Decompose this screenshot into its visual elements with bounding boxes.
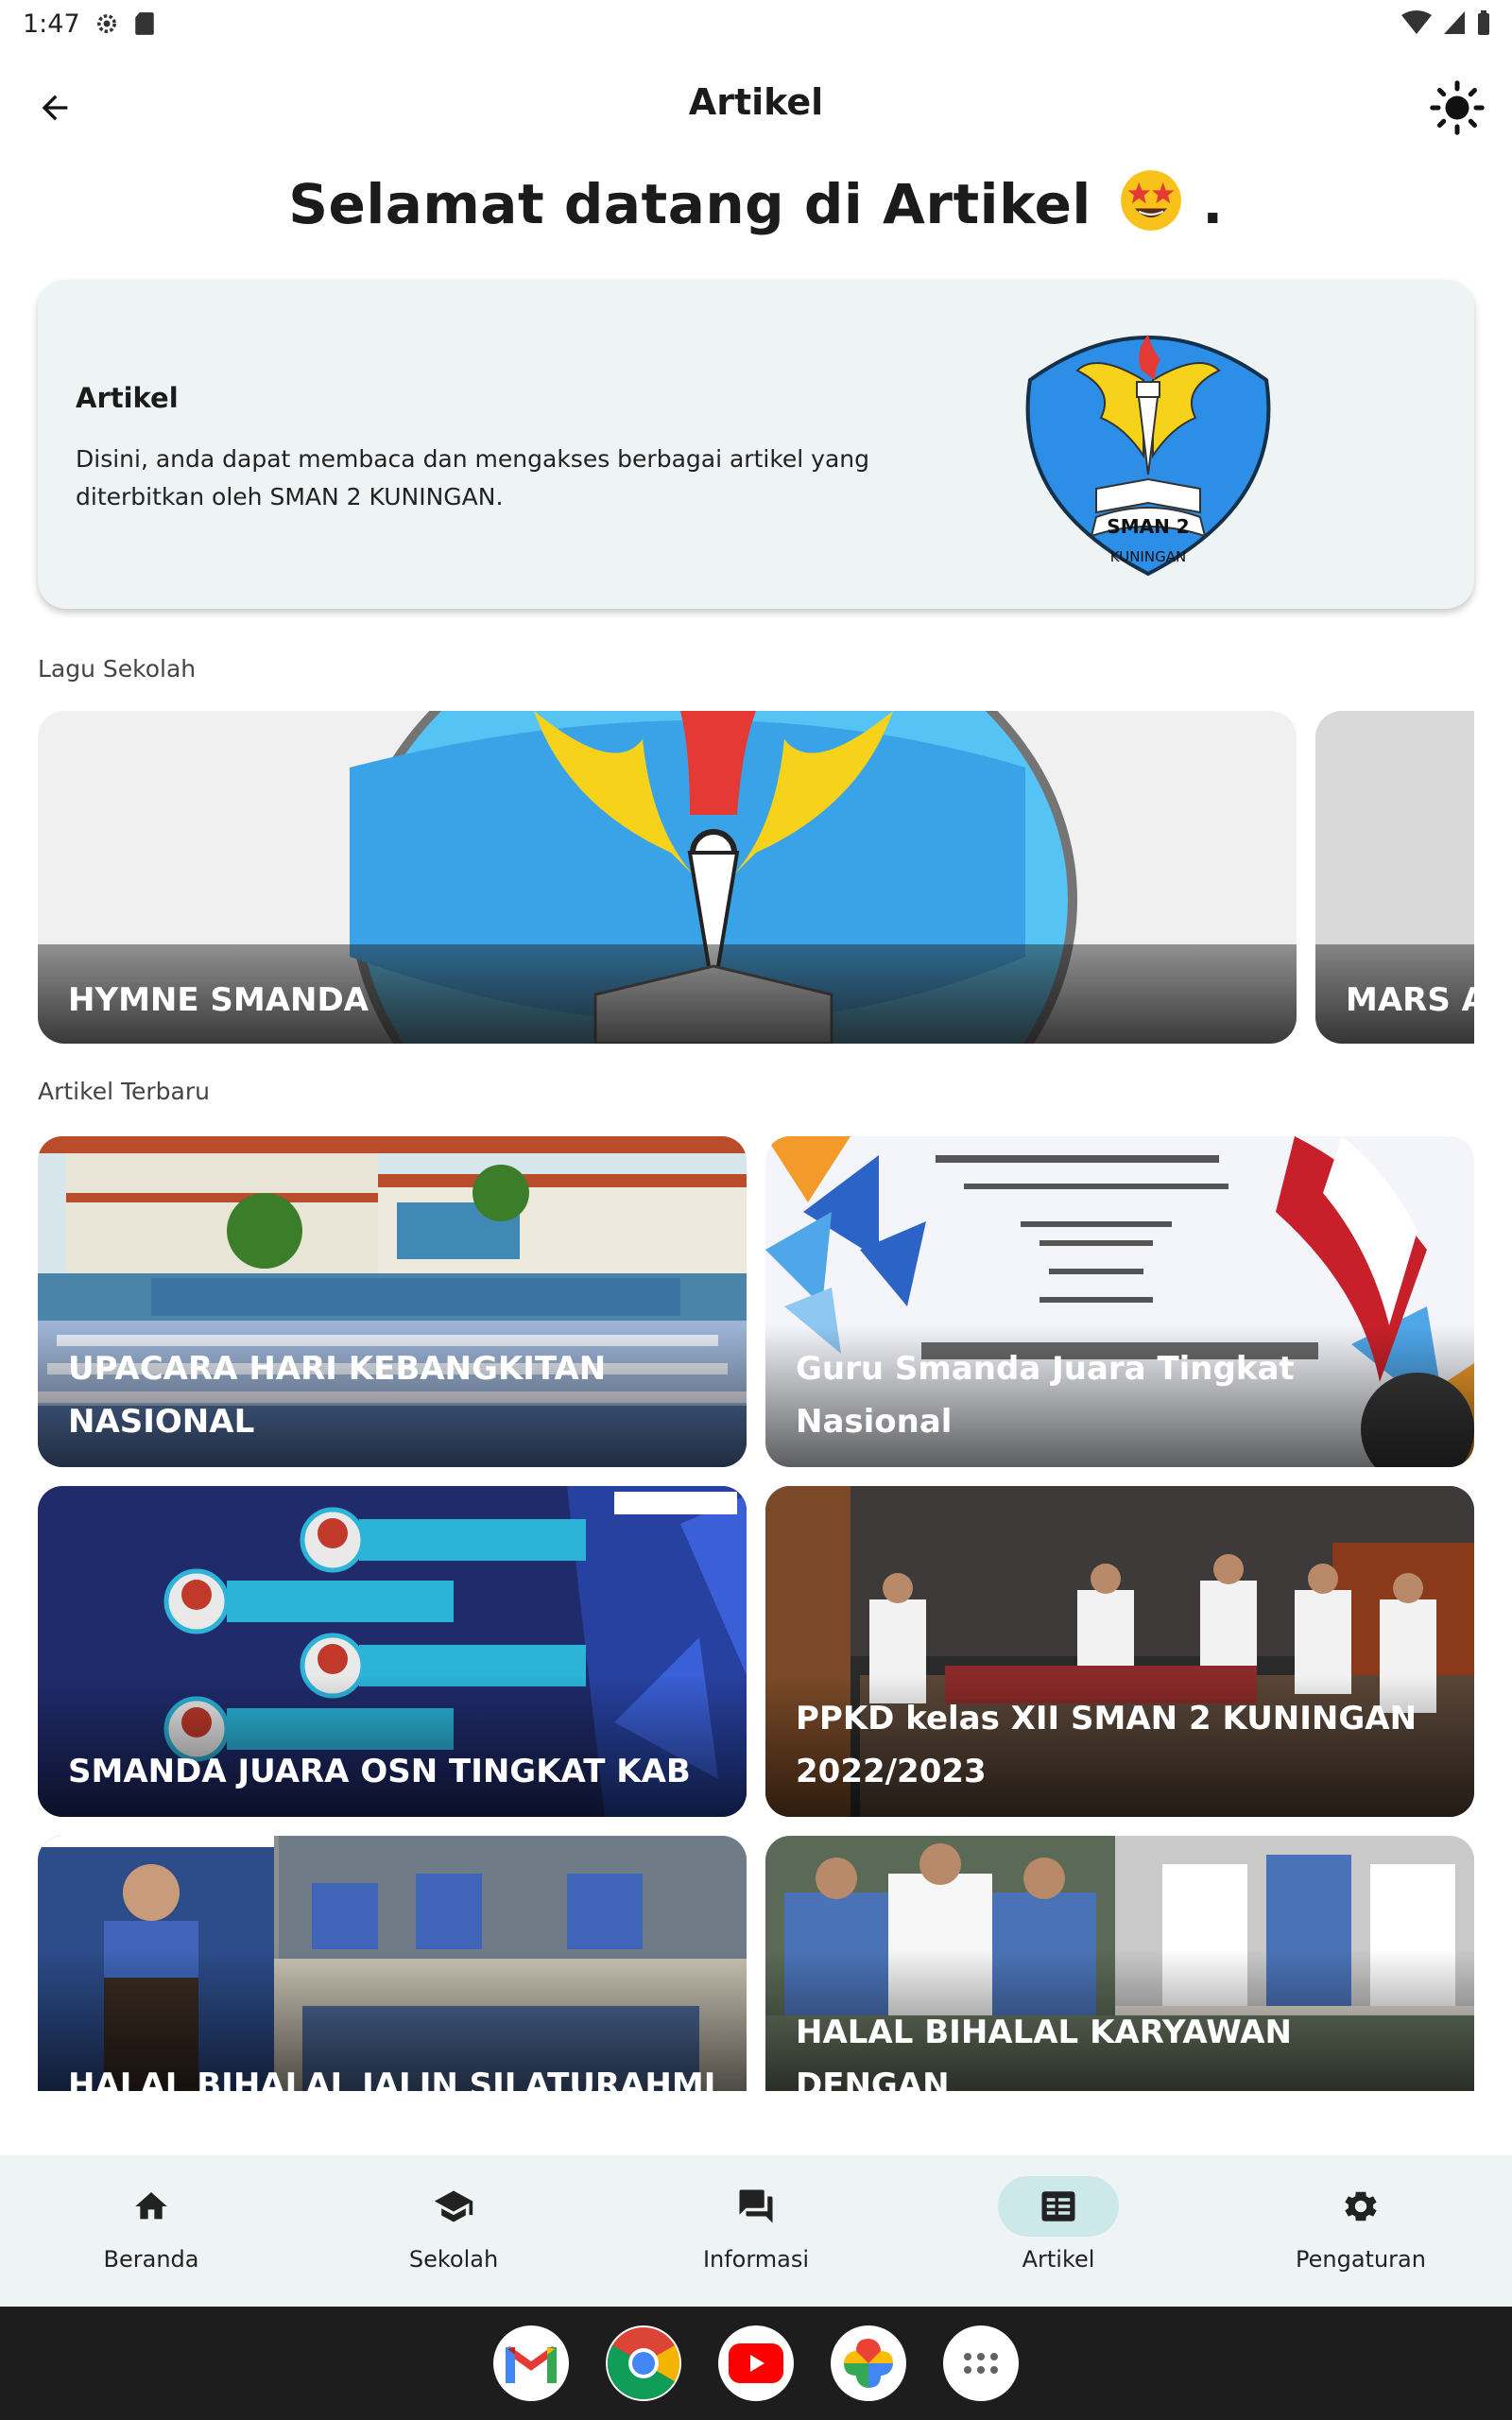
articles-section-label: Artikel Terbaru: [38, 1078, 210, 1105]
article-title: HALAL BIHALAL KARYAWAN DENGAN: [796, 2014, 1292, 2091]
settings-status-icon: [94, 10, 120, 37]
songs-section-label: Lagu Sekolah: [38, 655, 197, 683]
article-card-upacara[interactable]: UPACARA HARI KEBANGKITAN NASIONAL: [38, 1136, 747, 1467]
article-title: PPKD kelas XII SMAN 2 KUNINGAN 2022/2023: [796, 1700, 1418, 1790]
page-title: Artikel: [688, 81, 824, 123]
article-card-ppkd[interactable]: PPKD kelas XII SMAN 2 KUNINGAN 2022/2023: [765, 1486, 1474, 1817]
settings-icon: [1345, 2191, 1377, 2221]
nav-item-beranda[interactable]: Beranda: [0, 2155, 302, 2307]
app-drawer-icon[interactable]: [943, 2325, 1019, 2401]
youtube-icon[interactable]: [718, 2325, 794, 2401]
song-card-mars[interactable]: MARS AI: [1315, 711, 1474, 1044]
article-card-guru[interactable]: Guru Smanda Juara Tingkat Nasional: [765, 1136, 1474, 1467]
system-dock: [0, 2307, 1512, 2420]
battery-icon: [1478, 10, 1489, 35]
nav-label: Sekolah: [408, 2246, 499, 2273]
song-title: HYMNE SMANDA: [68, 981, 369, 1019]
app-bar: Artikel: [0, 66, 1512, 146]
nav-item-pengaturan[interactable]: Pengaturan: [1210, 2155, 1512, 2307]
status-indicators: [1400, 9, 1491, 36]
info-card-description: Disini, anda dapat membaca dan mengakses…: [76, 445, 870, 510]
info-card: Artikel Disini, anda dapat membaca dan m…: [38, 280, 1474, 609]
school-icon: [434, 2190, 473, 2222]
article-title: SMANDA JUARA OSN TINGKAT KAB: [68, 1753, 691, 1790]
nav-icon-container: [393, 2176, 514, 2237]
theme-toggle-button[interactable]: [1425, 76, 1489, 140]
star-struck-emoji-icon: [1120, 170, 1181, 231]
nav-label: Pengaturan: [1296, 2246, 1426, 2273]
nav-label: Informasi: [702, 2246, 810, 2273]
nav-item-informasi[interactable]: Informasi: [605, 2155, 907, 2307]
wifi-icon: [1401, 10, 1432, 34]
photos-icon[interactable]: [831, 2325, 906, 2401]
article-card-osn[interactable]: SMANDA JUARA OSN TINGKAT KAB: [38, 1486, 747, 1817]
info-card-title: Artikel: [76, 382, 179, 414]
sun-icon: [1430, 80, 1485, 135]
logo-text-top: SMAN 2: [1107, 515, 1189, 538]
nav-label: Artikel: [1022, 2246, 1095, 2273]
school-logo: SMAN 2 KUNINGAN: [1025, 335, 1271, 577]
article-title: Guru Smanda Juara Tingkat Nasional: [796, 1350, 1295, 1441]
welcome-text: Selamat datang di Artikel: [288, 172, 1091, 236]
nav-label: Beranda: [103, 2246, 199, 2273]
nav-item-sekolah[interactable]: Sekolah: [302, 2155, 605, 2307]
nav-icon-container: [1300, 2176, 1421, 2237]
article-title: HALAL BIHALAL JALIN SILATURAHMI: [68, 2066, 716, 2091]
nav-icon-container: [91, 2176, 212, 2237]
welcome-heading: Selamat datang di Artikel .: [0, 168, 1512, 236]
article-card-halal-karyawan[interactable]: HALAL BIHALAL KARYAWAN DENGAN: [765, 1836, 1474, 2091]
home-icon: [135, 2192, 167, 2220]
status-bar: 1:47: [0, 0, 1512, 47]
sd-card-icon: [131, 10, 158, 37]
logo-text-bottom: KUNINGAN: [1110, 548, 1186, 565]
song-card-hymne[interactable]: HYMNE SMANDA: [38, 711, 1297, 1044]
nav-icon-container: [696, 2176, 816, 2237]
welcome-suffix: .: [1202, 172, 1224, 236]
chrome-icon[interactable]: [606, 2325, 681, 2401]
article-title: UPACARA HARI KEBANGKITAN NASIONAL: [68, 1350, 607, 1441]
nav-item-artikel[interactable]: Artikel: [907, 2155, 1210, 2307]
gmail-icon[interactable]: [493, 2325, 569, 2401]
signal-icon: [1444, 11, 1465, 34]
article-icon: [1041, 2191, 1075, 2221]
bottom-navigation: Beranda Sekolah Informasi Artikel Pengat…: [0, 2155, 1512, 2307]
nav-icon-container: [998, 2176, 1119, 2237]
song-title: MARS AI: [1346, 981, 1474, 1019]
status-time: 1:47: [23, 9, 80, 39]
forum-icon: [739, 2189, 773, 2223]
article-card-halal-silaturahmi[interactable]: HALAL BIHALAL JALIN SILATURAHMI: [38, 1836, 747, 2091]
